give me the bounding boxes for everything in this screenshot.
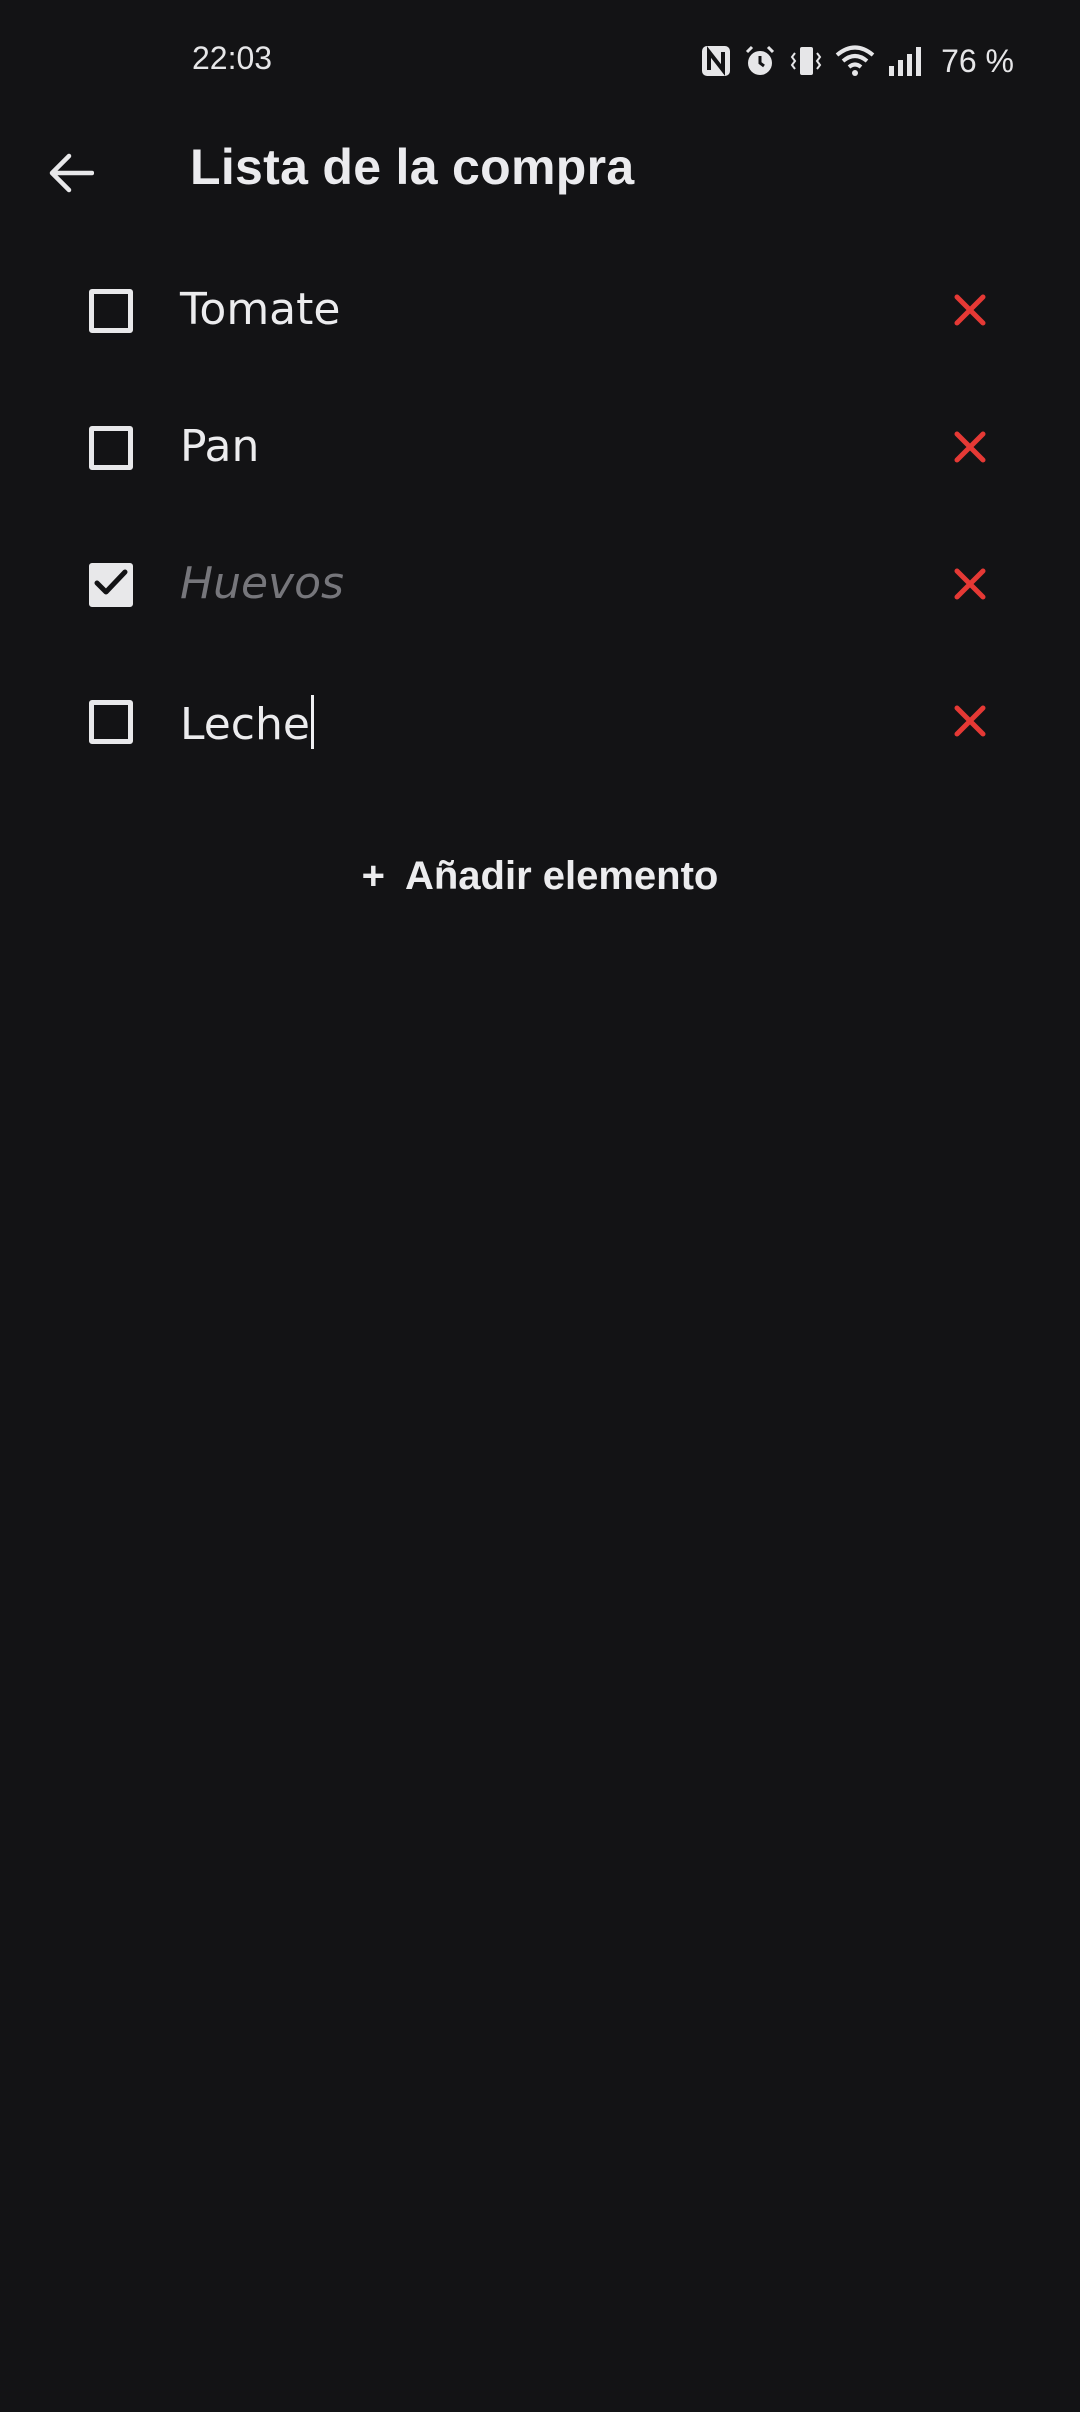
shopping-list: Tomate Pan Huevos Leche — [0, 244, 1080, 792]
item-checkbox-checked[interactable] — [89, 563, 133, 607]
status-icons: 76 % — [701, 36, 1014, 86]
close-icon — [954, 705, 986, 742]
app-bar: Lista de la compra — [0, 120, 1080, 220]
list-item: Tomate — [0, 244, 1080, 381]
delete-item-button[interactable] — [946, 425, 994, 473]
item-text: Leche — [180, 699, 310, 750]
item-text-field-active[interactable]: Leche — [180, 695, 314, 750]
text-cursor — [310, 695, 314, 749]
list-item: Huevos — [0, 518, 1080, 655]
status-bar: 22:03 76 % — [0, 0, 1080, 120]
item-checkbox[interactable] — [89, 426, 133, 470]
close-icon — [954, 568, 986, 605]
item-text-field[interactable]: Huevos — [180, 558, 344, 609]
add-item-button[interactable]: + Añadir elemento — [0, 846, 1080, 906]
item-text-field[interactable]: Pan — [180, 421, 259, 472]
delete-item-button[interactable] — [946, 562, 994, 610]
close-icon — [954, 431, 986, 468]
delete-item-button[interactable] — [946, 288, 994, 336]
item-checkbox[interactable] — [89, 289, 133, 333]
nfc-icon — [701, 44, 731, 78]
list-item: Pan — [0, 381, 1080, 518]
back-button[interactable] — [36, 140, 106, 210]
battery-percentage: 76 % — [941, 42, 1014, 79]
arrow-back-icon — [48, 152, 95, 199]
close-icon — [954, 294, 986, 331]
signal-icon — [887, 44, 925, 78]
alarm-icon — [743, 44, 777, 78]
check-icon — [94, 568, 128, 603]
item-text-field[interactable]: Tomate — [180, 284, 340, 335]
delete-item-button[interactable] — [946, 699, 994, 747]
status-time: 22:03 — [192, 40, 273, 76]
wifi-icon — [835, 44, 875, 78]
vibrate-icon — [789, 44, 823, 78]
plus-icon: + — [361, 853, 385, 898]
add-item-label: Añadir elemento — [404, 853, 719, 898]
list-item: Leche — [0, 655, 1080, 792]
item-checkbox[interactable] — [89, 700, 133, 744]
page-title: Lista de la compra — [190, 139, 635, 195]
